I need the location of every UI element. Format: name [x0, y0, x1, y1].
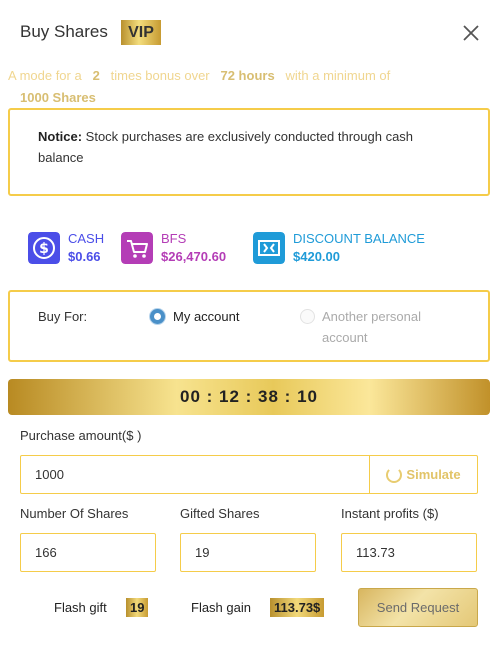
radio-my-account[interactable] — [150, 309, 165, 324]
gifted-shares-input[interactable] — [180, 533, 316, 572]
mode-text: times bonus over — [110, 68, 210, 83]
spinner-icon — [386, 466, 403, 483]
balance-value: $0.66 — [68, 249, 101, 264]
svg-text:$: $ — [39, 241, 49, 257]
simulate-button[interactable]: Simulate — [369, 456, 477, 493]
flash-gain-value: 113.73$ — [270, 598, 325, 617]
dialog-title: Buy Shares — [20, 22, 108, 41]
option-label-line: account — [322, 330, 368, 345]
buy-for-label: Buy For: — [38, 309, 88, 324]
balance-label: CASH — [68, 231, 105, 246]
mode-minimum: 1000 Shares — [20, 90, 96, 105]
close-icon[interactable] — [461, 23, 481, 43]
shares-label: Number Of Shares — [20, 506, 129, 521]
flash-gift-value: 19 — [126, 598, 149, 617]
notice-text: Stock purchases are exclusively conducte… — [38, 129, 414, 165]
simulate-label: Simulate — [406, 467, 461, 482]
flash-gain-label: Flash gain — [191, 600, 251, 615]
mode-text: A mode for a — [8, 68, 82, 83]
dialog-header: Buy Shares VIP — [0, 0, 498, 66]
vip-badge: VIP — [121, 20, 161, 45]
option-label-line: Another personal — [322, 309, 422, 324]
purchase-amount-group: Simulate — [20, 455, 478, 494]
option-another-account-label[interactable]: Another personal account — [322, 306, 421, 348]
dollar-icon: $ — [28, 232, 60, 264]
buy-for-box: Buy For: My account Another personal acc… — [8, 290, 490, 362]
instant-profits-input[interactable] — [341, 533, 477, 572]
mode-text: with a minimum of — [285, 68, 391, 83]
mode-duration: 72 hours — [220, 68, 275, 83]
balance-value: $26,470.60 — [161, 249, 227, 264]
purchase-amount-input[interactable] — [21, 456, 369, 493]
balance-label: BFS — [161, 231, 187, 246]
profits-label: Instant profits ($) — [341, 506, 439, 521]
balance-value: $420.00 — [293, 249, 340, 264]
option-my-account-label[interactable]: My account — [173, 306, 239, 327]
purchase-amount-label: Purchase amount($ ) — [20, 428, 142, 443]
cart-icon — [121, 232, 153, 264]
mode-description: A mode for a 2 times bonus over 72 hours… — [8, 68, 390, 83]
shares-input[interactable] — [20, 533, 156, 572]
notice-label: Notice: — [38, 129, 83, 144]
notice-box: Notice: Stock purchases are exclusively … — [8, 108, 490, 196]
balance-bfs: BFS $26,470.60 — [121, 230, 251, 266]
radio-another-account[interactable] — [300, 309, 315, 324]
send-request-button[interactable]: Send Request — [358, 588, 478, 627]
balance-discount: DISCOUNT BALANCE $420.00 — [253, 230, 443, 266]
flash-gift-label: Flash gift — [54, 600, 107, 615]
mode-multiplier: 2 — [92, 68, 100, 83]
balance-label: DISCOUNT BALANCE — [293, 231, 425, 246]
countdown-timer: 00 : 12 : 38 : 10 — [8, 379, 490, 415]
discount-icon — [253, 232, 285, 264]
gifted-label: Gifted Shares — [180, 506, 260, 521]
